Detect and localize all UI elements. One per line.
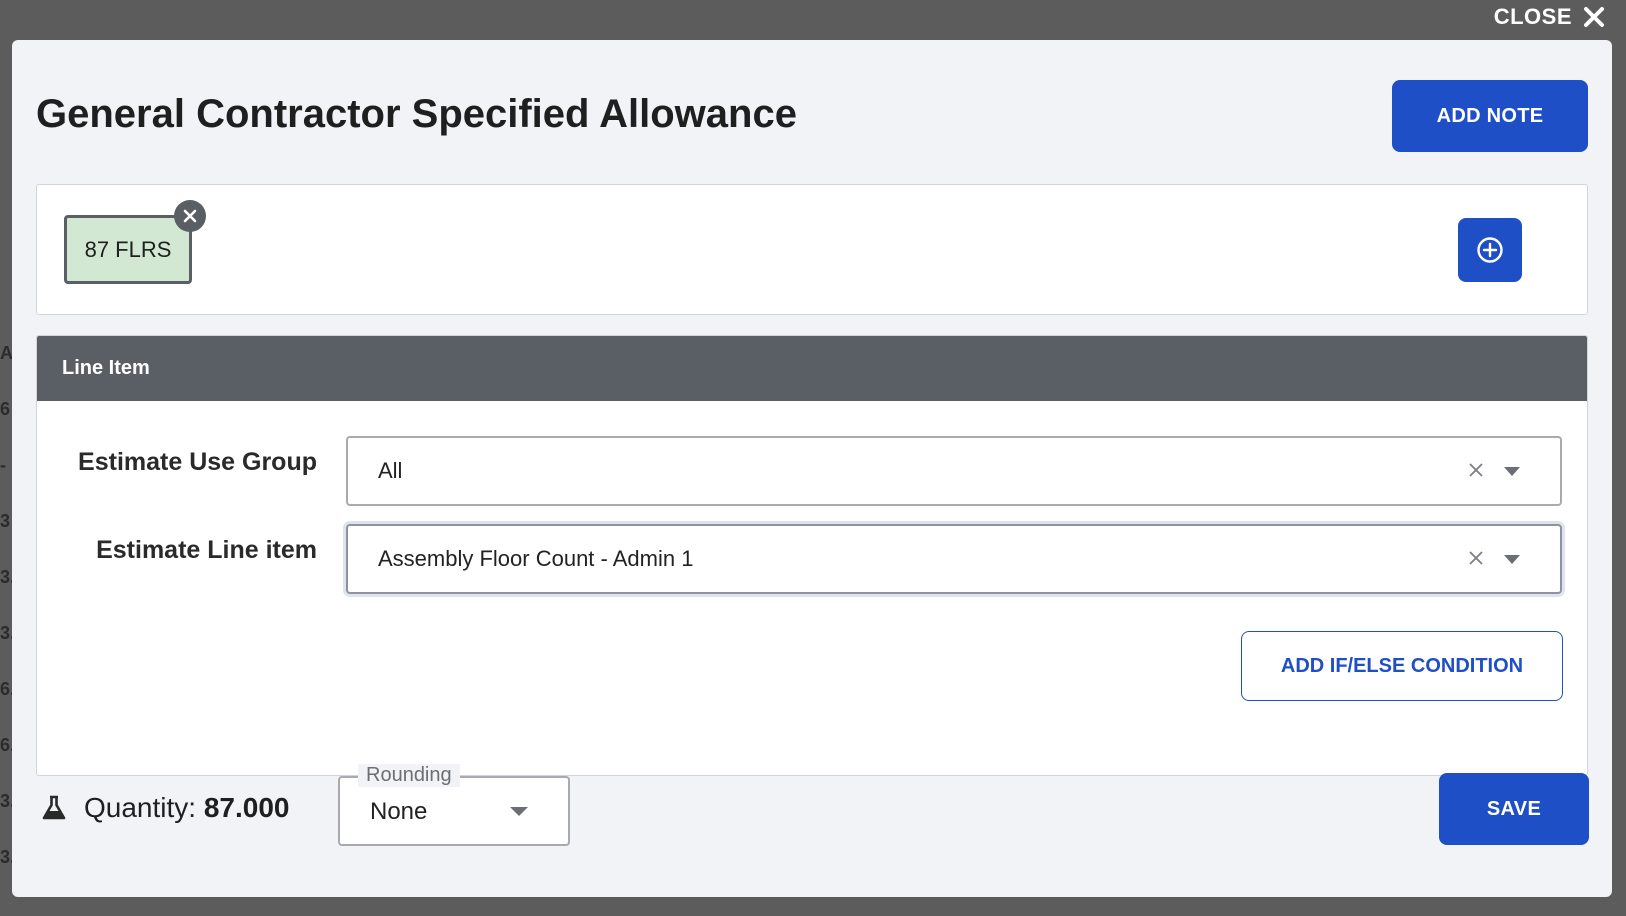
chevron-down-icon bbox=[510, 807, 528, 816]
line-item-header-label: Line Item bbox=[62, 357, 150, 379]
quantity-value: 87.000 bbox=[203, 792, 290, 823]
allowance-modal: General Contractor Specified Allowance A… bbox=[12, 40, 1612, 897]
close-label: CLOSE bbox=[1493, 4, 1572, 29]
backdrop-text: - bbox=[0, 455, 6, 475]
line-item-panel: Line Item Estimate Use Group All Estimat… bbox=[36, 335, 1588, 776]
clear-icon[interactable] bbox=[1466, 548, 1486, 568]
estimate-use-group-value: All bbox=[378, 458, 403, 483]
backdrop-text: 6 bbox=[0, 399, 11, 419]
tag-chip[interactable]: 87 FLRS bbox=[64, 215, 192, 284]
estimate-line-item-select[interactable]: Assembly Floor Count - Admin 1 bbox=[346, 524, 1562, 594]
rounding-value: None bbox=[370, 798, 428, 825]
line-item-header: Line Item bbox=[37, 336, 1587, 401]
backdrop-text: 3 bbox=[0, 511, 11, 531]
chevron-down-icon[interactable] bbox=[1504, 555, 1520, 564]
rounding-select[interactable]: Rounding None bbox=[338, 764, 570, 846]
estimate-line-item-label: Estimate Line item bbox=[96, 536, 317, 564]
quantity-label: Quantity: bbox=[84, 792, 197, 823]
close-button[interactable]: CLOSE bbox=[1494, 4, 1606, 30]
chevron-down-icon[interactable] bbox=[1504, 467, 1520, 476]
rounding-legend: Rounding bbox=[358, 764, 460, 787]
tag-area: 87 FLRS bbox=[36, 184, 1588, 315]
clear-icon[interactable] bbox=[1466, 460, 1486, 480]
tag-chip-label: 87 FLRS bbox=[84, 236, 172, 262]
close-icon bbox=[1584, 7, 1604, 27]
quantity-display: Quantity: 87.000 bbox=[40, 792, 289, 824]
add-note-button[interactable]: ADD NOTE bbox=[1392, 80, 1588, 152]
plus-circle-icon bbox=[1477, 237, 1503, 263]
estimate-use-group-label: Estimate Use Group bbox=[78, 448, 317, 476]
estimate-use-group-select[interactable]: All bbox=[346, 436, 1562, 506]
save-button[interactable]: SAVE bbox=[1439, 773, 1589, 845]
modal-title: General Contractor Specified Allowance bbox=[36, 92, 797, 136]
add-if-else-condition-button[interactable]: ADD IF/ELSE CONDITION bbox=[1241, 631, 1563, 701]
flask-icon bbox=[42, 795, 66, 820]
add-tag-button[interactable] bbox=[1458, 218, 1522, 282]
estimate-line-item-value: Assembly Floor Count - Admin 1 bbox=[378, 546, 694, 571]
close-icon bbox=[183, 209, 197, 223]
remove-tag-button[interactable] bbox=[174, 200, 206, 232]
